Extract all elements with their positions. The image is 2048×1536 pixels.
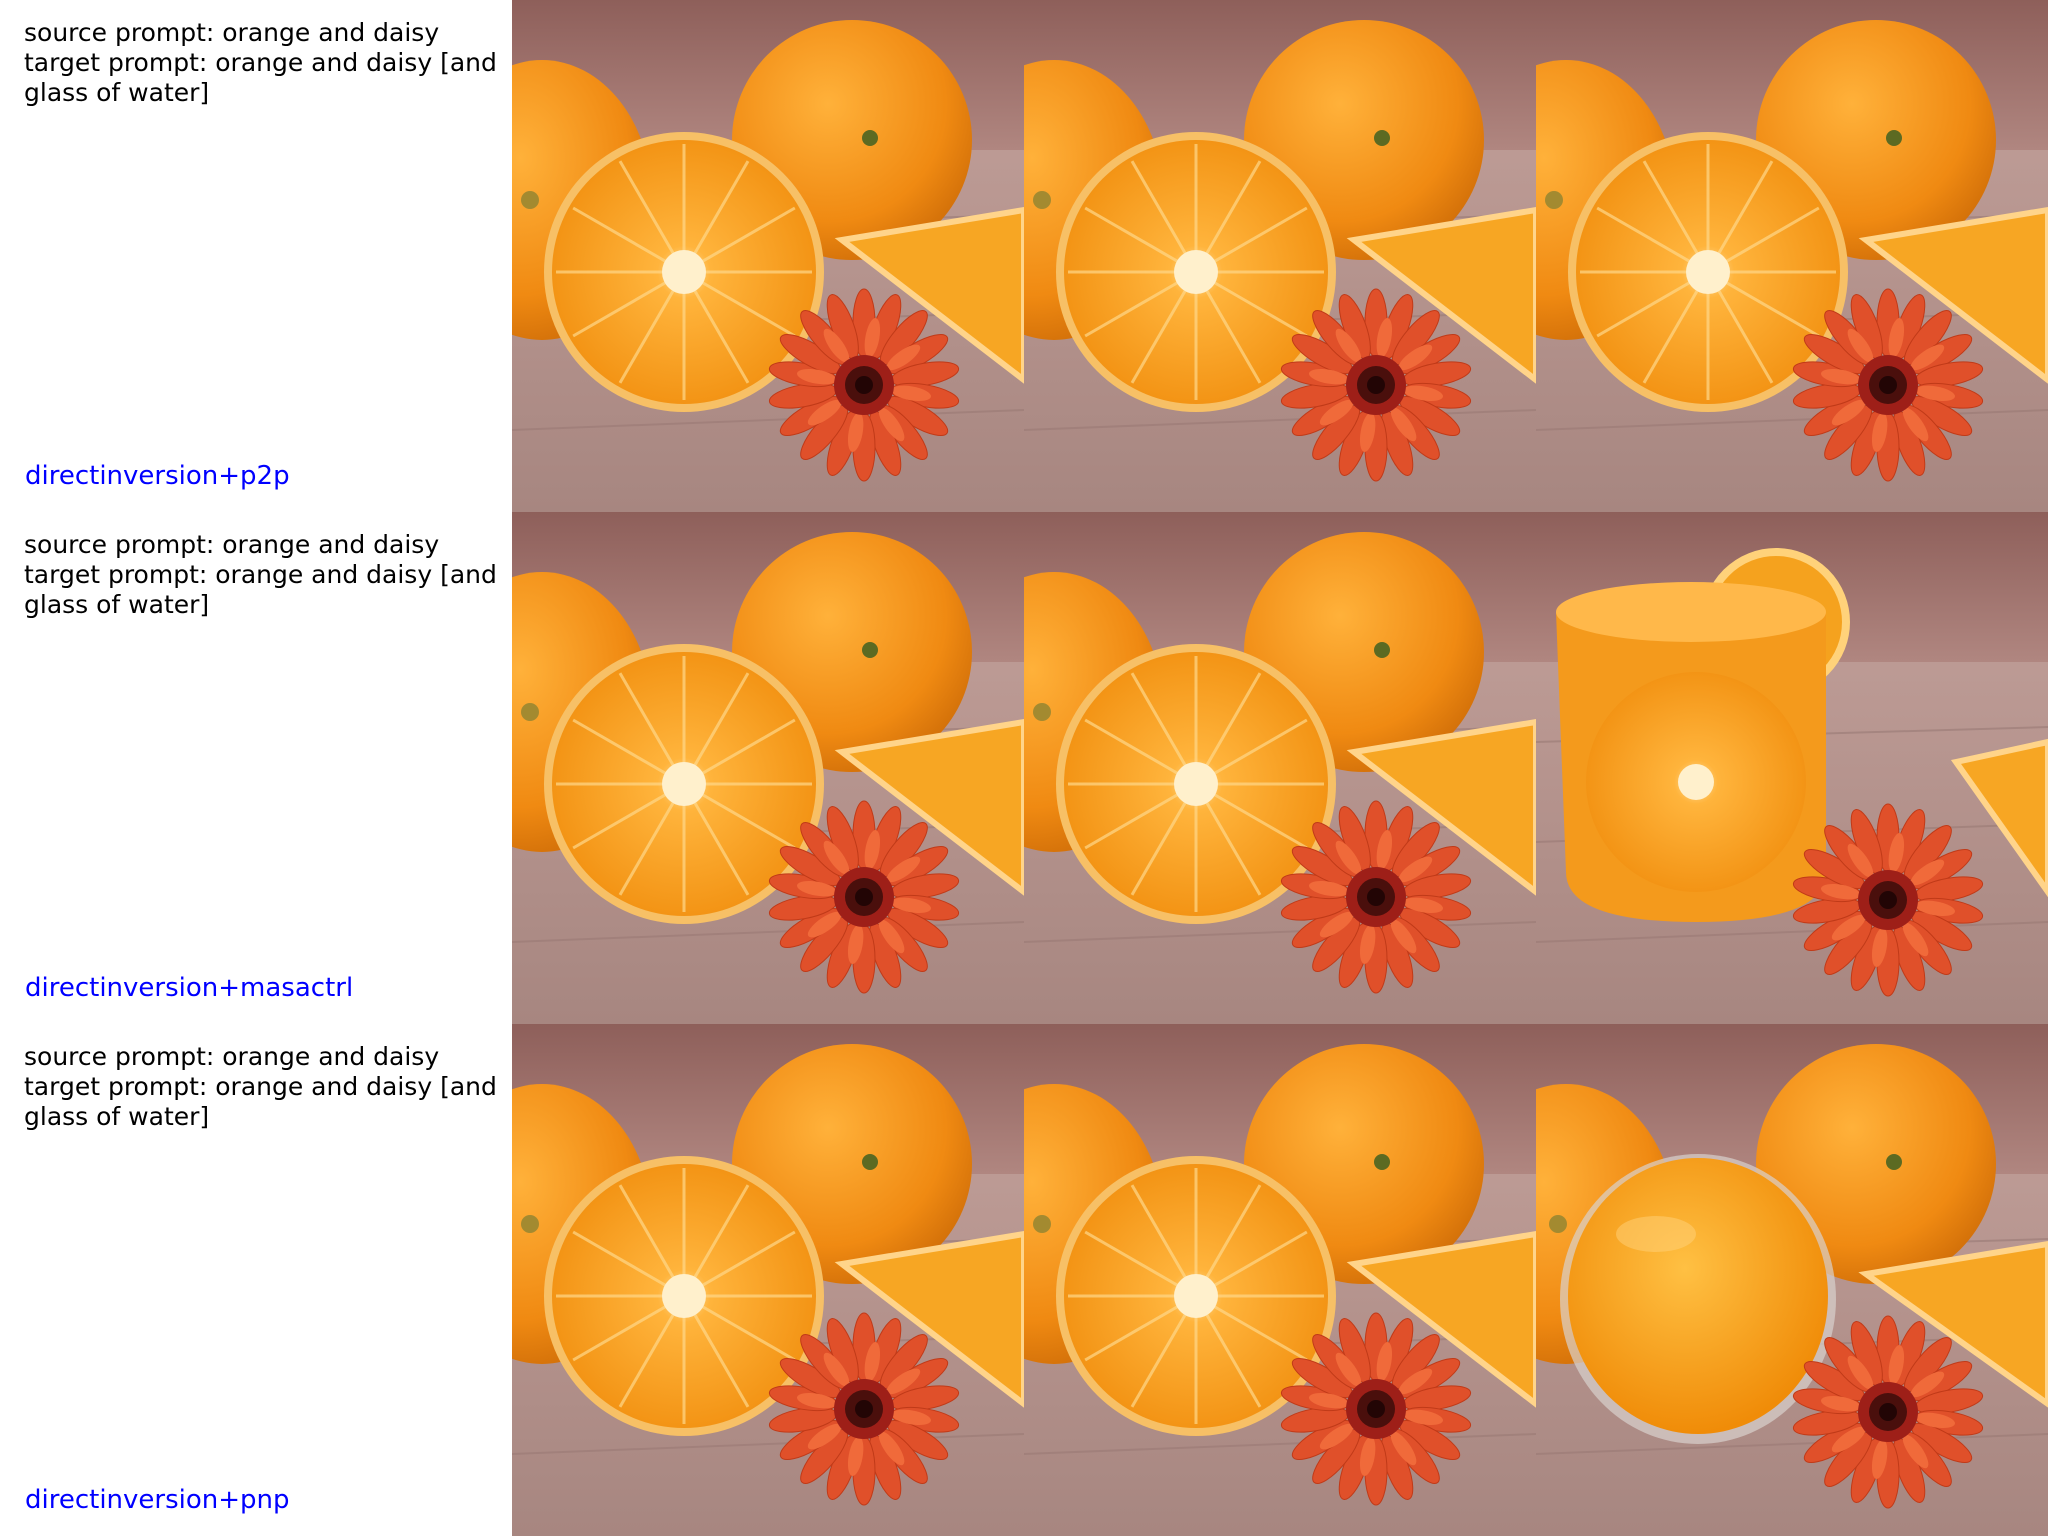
edited-image [1536, 512, 2048, 1024]
source-image [512, 512, 1024, 1024]
row-p2p: source prompt: orange and daisy target p… [0, 0, 2048, 512]
source-prompt: source prompt: orange and daisy [24, 1042, 440, 1071]
prompt-text-block: source prompt: orange and daisy target p… [24, 18, 506, 108]
target-prompt: target prompt: orange and daisy [and gla… [24, 1072, 505, 1131]
method-label: directinversion+p2p [25, 461, 290, 491]
prompt-text-block: source prompt: orange and daisy target p… [24, 530, 506, 620]
row-label-panel: source prompt: orange and daisy target p… [0, 512, 512, 1024]
row-label-panel: source prompt: orange and daisy target p… [0, 1024, 512, 1536]
comparison-grid: source prompt: orange and daisy target p… [0, 0, 2048, 1536]
row-pnp: source prompt: orange and daisy target p… [0, 1024, 2048, 1536]
source-image [512, 0, 1024, 512]
target-prompt: target prompt: orange and daisy [and gla… [24, 560, 505, 619]
reconstruction-image [1024, 512, 1536, 1024]
row-masactrl: source prompt: orange and daisy target p… [0, 512, 2048, 1024]
reconstruction-image [1024, 0, 1536, 512]
method-label: directinversion+masactrl [25, 973, 354, 1003]
edited-image [1536, 1024, 2048, 1536]
method-label: directinversion+pnp [25, 1485, 290, 1515]
reconstruction-image [1024, 1024, 1536, 1536]
source-prompt: source prompt: orange and daisy [24, 18, 440, 47]
edited-image [1536, 0, 2048, 512]
source-prompt: source prompt: orange and daisy [24, 530, 440, 559]
prompt-text-block: source prompt: orange and daisy target p… [24, 1042, 506, 1132]
row-label-panel: source prompt: orange and daisy target p… [0, 0, 512, 512]
source-image [512, 1024, 1024, 1536]
target-prompt: target prompt: orange and daisy [and gla… [24, 48, 505, 107]
